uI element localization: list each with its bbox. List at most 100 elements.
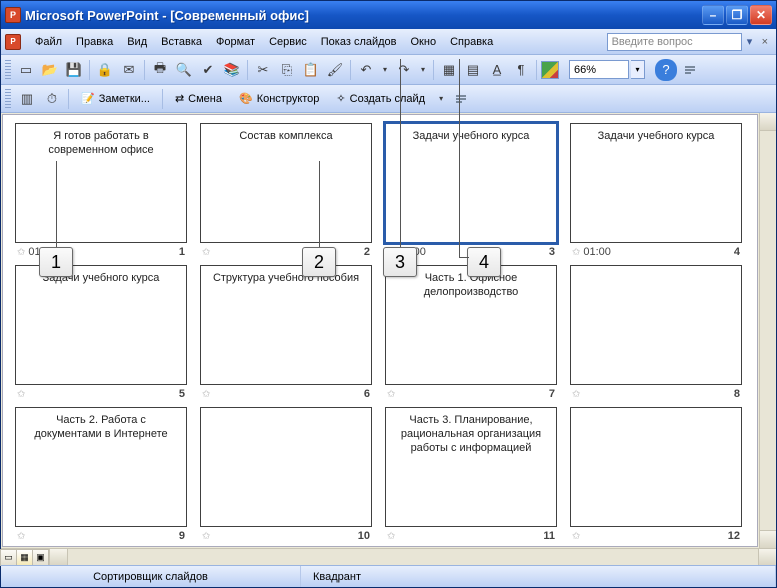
toolbar-options-icon[interactable] bbox=[450, 88, 472, 110]
print-button[interactable]: 🖶 bbox=[149, 59, 171, 81]
menu-file[interactable]: Файл bbox=[29, 33, 68, 51]
slide-title bbox=[571, 266, 741, 272]
new-slide-dropdown-icon[interactable]: ▾ bbox=[435, 88, 447, 110]
slide-thumbnail[interactable]: Структура учебного пособия bbox=[200, 265, 372, 385]
hide-slide-button[interactable]: ▥ bbox=[16, 88, 38, 110]
menu-insert[interactable]: Вставка bbox=[155, 33, 208, 51]
slide-thumbnail[interactable]: Задачи учебного курса bbox=[15, 265, 187, 385]
callout-3-label: 3 bbox=[395, 252, 405, 273]
slide-cell: Часть 1. Офисное делопроизводство✩7 bbox=[385, 265, 557, 401]
copy-button[interactable]: ⎘ bbox=[276, 59, 298, 81]
slide-thumbnail[interactable]: Задачи учебного курса bbox=[570, 123, 742, 243]
table-button[interactable]: ▤ bbox=[462, 59, 484, 81]
slide-title: Состав комплекса bbox=[201, 124, 371, 144]
zoom-dropdown-icon[interactable]: ▾ bbox=[631, 60, 645, 79]
callout-1: 1 bbox=[39, 247, 73, 277]
document-icon: P bbox=[5, 34, 21, 50]
sorter-view-button[interactable]: ▦ bbox=[16, 549, 33, 566]
transition-indicator-icon: ✩ bbox=[17, 531, 25, 542]
show-formatting-icon[interactable]: ¶ bbox=[510, 59, 532, 81]
slide-cell: Я готов работать в современном офисе✩01:… bbox=[15, 123, 187, 259]
window-title: Microsoft PowerPoint - [Современный офис… bbox=[25, 8, 698, 23]
minimize-button[interactable]: – bbox=[702, 5, 724, 25]
slide-thumbnail[interactable] bbox=[570, 265, 742, 385]
slide-cell: Часть 3. Планирование, рациональная орга… bbox=[385, 407, 557, 543]
help-search-dropdown-icon[interactable]: ▾ bbox=[744, 35, 756, 48]
slide-sorter-pane[interactable]: Я готов работать в современном офисе✩01:… bbox=[2, 114, 758, 547]
mdi-close-button[interactable]: × bbox=[758, 36, 772, 48]
slide-thumbnail[interactable]: Состав комплекса bbox=[200, 123, 372, 243]
toolbar-grip[interactable] bbox=[5, 89, 11, 109]
menu-slideshow[interactable]: Показ слайдов bbox=[315, 33, 403, 51]
slide-thumbnail[interactable]: Часть 1. Офисное делопроизводство bbox=[385, 265, 557, 385]
slide-cell: Задачи учебного курса✩01:004 bbox=[570, 123, 742, 259]
menu-edit[interactable]: Правка bbox=[70, 33, 119, 51]
close-button[interactable]: ✕ bbox=[750, 5, 772, 25]
permission-button[interactable]: 🔒 bbox=[94, 59, 116, 81]
sorter-toolbar: ▥ ⏱ 📝 Заметки... ⇄ Смена 🎨 Конструктор ✧… bbox=[1, 85, 776, 113]
menu-view[interactable]: Вид bbox=[121, 33, 153, 51]
transition-indicator-icon: ✩ bbox=[17, 247, 25, 258]
slideshow-view-button[interactable]: ▣ bbox=[32, 549, 49, 566]
callout-1-label: 1 bbox=[51, 252, 61, 273]
slide-thumbnail[interactable]: Часть 2. Работа с документами в Интернет… bbox=[15, 407, 187, 527]
slide-thumbnail[interactable] bbox=[570, 407, 742, 527]
horizontal-scrollbar[interactable] bbox=[50, 549, 776, 565]
transition-indicator-icon: ✩ bbox=[572, 389, 580, 400]
menu-format[interactable]: Формат bbox=[210, 33, 261, 51]
toolbar-options-icon[interactable] bbox=[679, 59, 701, 81]
window-app-name: Microsoft PowerPoint bbox=[25, 8, 159, 23]
slide-number: 9 bbox=[179, 530, 185, 542]
slide-cell: Состав комплекса ✩2 bbox=[200, 123, 372, 259]
transition-indicator-icon: ✩ bbox=[572, 247, 580, 258]
save-button[interactable]: 💾 bbox=[63, 59, 85, 81]
slide-time: 01:00 bbox=[583, 246, 611, 258]
cut-button[interactable]: ✂ bbox=[252, 59, 274, 81]
slide-thumbnail[interactable]: Задачи учебного курса bbox=[385, 123, 557, 243]
redo-button[interactable]: ↷ bbox=[393, 59, 415, 81]
slide-meta: ✩9 bbox=[15, 527, 187, 543]
app-icon: P bbox=[5, 7, 21, 23]
toolbar-grip[interactable] bbox=[5, 60, 11, 80]
status-view-name: Сортировщик слайдов bbox=[1, 566, 301, 587]
redo-dropdown-icon[interactable]: ▾ bbox=[417, 59, 429, 81]
standard-toolbar: ▭ 📂 💾 🔒 ✉ 🖶 🔍 ✔ 📚 ✂ ⎘ 📋 🖌 ↶ ▾ ↷ ▾ ▦ ▤ A̲… bbox=[1, 55, 776, 85]
menu-window[interactable]: Окно bbox=[405, 33, 443, 51]
color-grayscale-button[interactable] bbox=[541, 61, 559, 79]
format-painter-button[interactable]: 🖌 bbox=[324, 59, 346, 81]
menu-tools[interactable]: Сервис bbox=[263, 33, 313, 51]
callout-2: 2 bbox=[302, 247, 336, 277]
paste-button[interactable]: 📋 bbox=[300, 59, 322, 81]
notes-button[interactable]: 📝 Заметки... bbox=[74, 88, 157, 110]
slide-thumbnail[interactable]: Я готов работать в современном офисе bbox=[15, 123, 187, 243]
help-button[interactable]: ? bbox=[655, 59, 677, 81]
expand-all-icon[interactable]: A̲ bbox=[486, 59, 508, 81]
slide-number: 3 bbox=[549, 246, 555, 258]
slide-meta: ✩2 bbox=[200, 243, 372, 259]
research-button[interactable]: 📚 bbox=[221, 59, 243, 81]
print-preview-button[interactable]: 🔍 bbox=[173, 59, 195, 81]
mail-button[interactable]: ✉ bbox=[118, 59, 140, 81]
slide-thumbnail[interactable]: Часть 3. Планирование, рациональная орга… bbox=[385, 407, 557, 527]
callout-4: 4 bbox=[467, 247, 501, 277]
maximize-button[interactable]: ❐ bbox=[726, 5, 748, 25]
vertical-scrollbar[interactable] bbox=[759, 113, 776, 548]
slide-thumbnail[interactable] bbox=[200, 407, 372, 527]
new-slide-button[interactable]: ✧ Создать слайд bbox=[329, 88, 432, 110]
design-button[interactable]: 🎨 Конструктор bbox=[232, 88, 326, 110]
slide-number: 8 bbox=[734, 388, 740, 400]
chart-button[interactable]: ▦ bbox=[438, 59, 460, 81]
zoom-input[interactable]: 66% bbox=[569, 60, 629, 79]
rehearse-timer-button[interactable]: ⏱ bbox=[41, 88, 63, 110]
new-button[interactable]: ▭ bbox=[15, 59, 37, 81]
open-button[interactable]: 📂 bbox=[39, 59, 61, 81]
undo-dropdown-icon[interactable]: ▾ bbox=[379, 59, 391, 81]
help-search-input[interactable]: Введите вопрос bbox=[607, 33, 742, 51]
normal-view-button[interactable]: ▭ bbox=[0, 549, 17, 566]
menubar: P Файл Правка Вид Вставка Формат Сервис … bbox=[1, 29, 776, 55]
undo-button[interactable]: ↶ bbox=[355, 59, 377, 81]
slide-number: 5 bbox=[179, 388, 185, 400]
menu-help[interactable]: Справка bbox=[444, 33, 499, 51]
spellcheck-button[interactable]: ✔ bbox=[197, 59, 219, 81]
transition-button[interactable]: ⇄ Смена bbox=[168, 88, 229, 110]
